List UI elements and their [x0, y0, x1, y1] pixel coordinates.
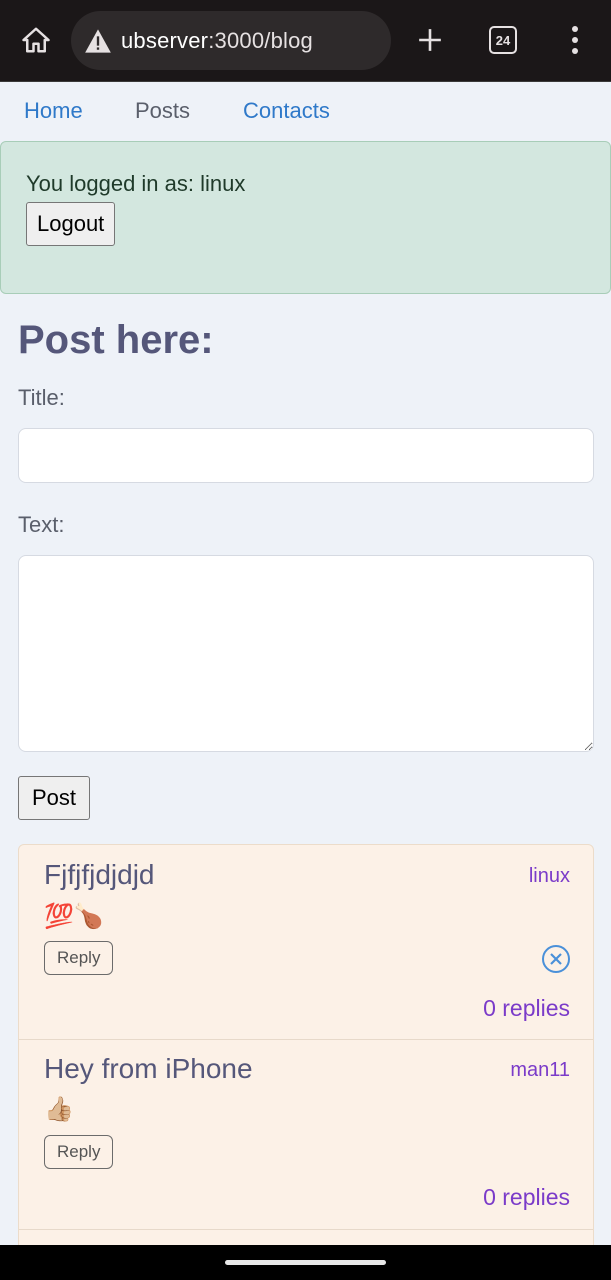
- more-vert-icon[interactable]: [560, 20, 590, 60]
- replies-count-link[interactable]: 0 replies: [483, 1184, 570, 1211]
- plus-icon[interactable]: [410, 20, 450, 60]
- tab-switcher-button[interactable]: 24: [489, 26, 517, 54]
- reply-button[interactable]: Reply: [44, 941, 114, 975]
- post-author-link[interactable]: man11: [510, 1059, 570, 1082]
- address-bar[interactable]: ubserver:3000/blog: [71, 11, 391, 70]
- url-text: ubserver:3000/blog: [121, 28, 313, 54]
- text-textarea[interactable]: [18, 555, 594, 752]
- post-title: Hey from iPhone: [44, 1053, 253, 1084]
- post-submit-button[interactable]: Post: [18, 776, 90, 820]
- delete-post-icon[interactable]: [541, 944, 571, 974]
- post-body: 👍🏼: [44, 1096, 74, 1123]
- logout-button[interactable]: Logout: [26, 202, 116, 246]
- replies-count-link[interactable]: 0 replies: [483, 995, 570, 1022]
- nav-home-link[interactable]: Home: [24, 98, 83, 124]
- gesture-bar: [0, 1245, 611, 1280]
- home-icon[interactable]: [18, 22, 54, 58]
- url-path: :3000/blog: [208, 27, 313, 53]
- title-input[interactable]: [18, 428, 594, 483]
- nav-contacts-link[interactable]: Contacts: [243, 98, 330, 124]
- browser-toolbar: ubserver:3000/blog 24: [0, 0, 611, 82]
- title-label: Title:: [18, 385, 65, 410]
- logged-in-text: You logged in as: linux: [26, 171, 246, 196]
- reply-button[interactable]: Reply: [44, 1135, 114, 1169]
- posts-list: Fjfjfjdjdjd linux 💯🍗 Reply 0 replies Hey…: [18, 844, 594, 1264]
- login-status-box: You logged in as: linux Logout: [0, 141, 611, 294]
- post-item: Fjfjfjdjdjd linux 💯🍗 Reply 0 replies: [19, 845, 593, 1040]
- post-body: 💯🍗: [44, 903, 104, 930]
- warning-icon[interactable]: [83, 26, 113, 56]
- text-label: Text:: [18, 512, 65, 537]
- url-host: ubserver: [121, 27, 209, 53]
- post-author-link[interactable]: linux: [529, 865, 570, 888]
- post-form-heading: Post here:: [18, 318, 214, 362]
- gesture-handle[interactable]: [225, 1260, 386, 1265]
- site-nav: Home Posts Contacts: [0, 83, 611, 141]
- nav-posts-link[interactable]: Posts: [135, 98, 190, 124]
- post-item: Hey from iPhone man11 👍🏼 Reply 0 replies: [19, 1040, 593, 1230]
- post-title: Fjfjfjdjdjd: [44, 859, 155, 890]
